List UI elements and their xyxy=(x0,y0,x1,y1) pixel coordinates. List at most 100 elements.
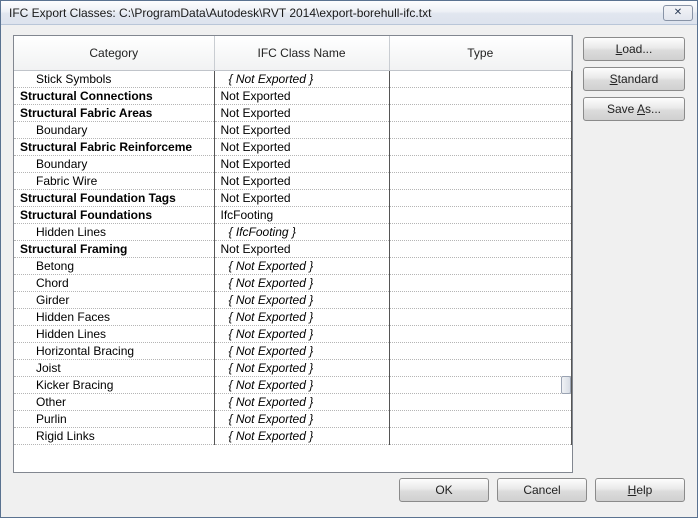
table-row[interactable]: Structural FoundationsIfcFooting xyxy=(14,206,572,223)
load-button[interactable]: Load... xyxy=(583,37,685,61)
table-row[interactable]: BoundaryNot Exported xyxy=(14,155,572,172)
category-cell[interactable]: Joist xyxy=(14,359,214,376)
ifc-class-cell[interactable]: Not Exported xyxy=(214,155,389,172)
ifc-class-cell[interactable]: Not Exported xyxy=(214,104,389,121)
ifc-class-cell[interactable]: { Not Exported } xyxy=(214,342,389,359)
type-cell[interactable] xyxy=(389,240,572,257)
type-cell[interactable] xyxy=(389,155,572,172)
table-row[interactable]: Horizontal Bracing{ Not Exported } xyxy=(14,342,572,359)
table-row[interactable]: Hidden Lines{ IfcFooting } xyxy=(14,223,572,240)
type-cell[interactable] xyxy=(389,87,572,104)
category-cell[interactable]: Hidden Faces xyxy=(14,308,214,325)
standard-button[interactable]: Standard xyxy=(583,67,685,91)
vertical-scrollbar[interactable] xyxy=(561,71,571,471)
table-row[interactable]: Structural ConnectionsNot Exported xyxy=(14,87,572,104)
type-cell[interactable] xyxy=(389,257,572,274)
type-cell[interactable] xyxy=(389,138,572,155)
ifc-class-cell[interactable]: { Not Exported } xyxy=(214,427,389,444)
category-cell[interactable]: Kicker Bracing xyxy=(14,376,214,393)
category-cell[interactable]: Fabric Wire xyxy=(14,172,214,189)
type-cell[interactable] xyxy=(389,223,572,240)
ifc-class-cell[interactable]: Not Exported xyxy=(214,138,389,155)
ifc-class-cell[interactable]: { Not Exported } xyxy=(214,393,389,410)
close-button[interactable]: ✕ xyxy=(663,5,693,21)
table-row[interactable]: Hidden Faces{ Not Exported } xyxy=(14,308,572,325)
category-cell[interactable]: Structural Fabric Reinforceme xyxy=(14,138,214,155)
type-cell[interactable] xyxy=(389,104,572,121)
category-cell[interactable]: Structural Connections xyxy=(14,87,214,104)
type-cell[interactable] xyxy=(389,121,572,138)
type-cell[interactable] xyxy=(389,206,572,223)
category-cell[interactable]: Boundary xyxy=(14,121,214,138)
ifc-class-cell[interactable]: { Not Exported } xyxy=(214,257,389,274)
table-row[interactable]: Fabric WireNot Exported xyxy=(14,172,572,189)
category-cell[interactable]: Purlin xyxy=(14,410,214,427)
ifc-class-cell[interactable]: { Not Exported } xyxy=(214,359,389,376)
ifc-class-cell[interactable]: Not Exported xyxy=(214,240,389,257)
ifc-class-cell[interactable]: { Not Exported } xyxy=(214,325,389,342)
scroll-area[interactable]: Category IFC Class Name Type Stick Symbo… xyxy=(14,36,572,472)
scroll-track[interactable] xyxy=(561,83,571,459)
category-cell[interactable]: Stick Symbols xyxy=(14,70,214,87)
category-cell[interactable]: Horizontal Bracing xyxy=(14,342,214,359)
scroll-thumb[interactable] xyxy=(561,376,571,394)
category-cell[interactable]: Structural Fabric Areas xyxy=(14,104,214,121)
save-as-button[interactable]: Save As... xyxy=(583,97,685,121)
table-row[interactable]: Other{ Not Exported } xyxy=(14,393,572,410)
ifc-class-cell[interactable]: Not Exported xyxy=(214,121,389,138)
type-cell[interactable] xyxy=(389,172,572,189)
ifc-class-cell[interactable]: Not Exported xyxy=(214,87,389,104)
type-cell[interactable] xyxy=(389,393,572,410)
cancel-button[interactable]: Cancel xyxy=(497,478,587,502)
help-button[interactable]: Help xyxy=(595,478,685,502)
ifc-class-cell[interactable]: { IfcFooting } xyxy=(214,223,389,240)
ifc-class-cell[interactable]: Not Exported xyxy=(214,189,389,206)
type-cell[interactable] xyxy=(389,342,572,359)
type-cell[interactable] xyxy=(389,189,572,206)
table-row[interactable]: Chord{ Not Exported } xyxy=(14,274,572,291)
header-ifc-class[interactable]: IFC Class Name xyxy=(214,36,389,70)
type-cell[interactable] xyxy=(389,291,572,308)
category-cell[interactable]: Hidden Lines xyxy=(14,223,214,240)
table-row[interactable]: Girder{ Not Exported } xyxy=(14,291,572,308)
ifc-class-cell[interactable]: { Not Exported } xyxy=(214,376,389,393)
category-cell[interactable]: Structural Foundation Tags xyxy=(14,189,214,206)
type-cell[interactable] xyxy=(389,274,572,291)
table-row[interactable]: Structural Fabric ReinforcemeNot Exporte… xyxy=(14,138,572,155)
type-cell[interactable] xyxy=(389,308,572,325)
category-cell[interactable]: Boundary xyxy=(14,155,214,172)
ifc-class-cell[interactable]: { Not Exported } xyxy=(214,308,389,325)
table-row[interactable]: Joist{ Not Exported } xyxy=(14,359,572,376)
type-cell[interactable] xyxy=(389,359,572,376)
ifc-class-cell[interactable]: { Not Exported } xyxy=(214,70,389,87)
type-cell[interactable] xyxy=(389,70,572,87)
type-cell[interactable] xyxy=(389,376,572,393)
table-row[interactable]: Structural Fabric AreasNot Exported xyxy=(14,104,572,121)
table-row[interactable]: Structural Foundation TagsNot Exported xyxy=(14,189,572,206)
table-row[interactable]: Kicker Bracing{ Not Exported } xyxy=(14,376,572,393)
category-cell[interactable]: Girder xyxy=(14,291,214,308)
type-cell[interactable] xyxy=(389,325,572,342)
table-row[interactable]: Structural FramingNot Exported xyxy=(14,240,572,257)
category-cell[interactable]: Betong xyxy=(14,257,214,274)
ifc-class-cell[interactable]: { Not Exported } xyxy=(214,410,389,427)
ifc-class-cell[interactable]: IfcFooting xyxy=(214,206,389,223)
table-row[interactable]: Purlin{ Not Exported } xyxy=(14,410,572,427)
table-row[interactable]: Hidden Lines{ Not Exported } xyxy=(14,325,572,342)
category-cell[interactable]: Structural Foundations xyxy=(14,206,214,223)
header-category[interactable]: Category xyxy=(14,36,214,70)
table-row[interactable]: BoundaryNot Exported xyxy=(14,121,572,138)
type-cell[interactable] xyxy=(389,410,572,427)
category-cell[interactable]: Hidden Lines xyxy=(14,325,214,342)
table-row[interactable]: Rigid Links{ Not Exported } xyxy=(14,427,572,444)
category-cell[interactable]: Chord xyxy=(14,274,214,291)
ifc-class-cell[interactable]: { Not Exported } xyxy=(214,274,389,291)
table-row[interactable]: Stick Symbols{ Not Exported } xyxy=(14,70,572,87)
ifc-class-cell[interactable]: Not Exported xyxy=(214,172,389,189)
category-cell[interactable]: Structural Framing xyxy=(14,240,214,257)
ifc-class-cell[interactable]: { Not Exported } xyxy=(214,291,389,308)
ok-button[interactable]: OK xyxy=(399,478,489,502)
category-cell[interactable]: Rigid Links xyxy=(14,427,214,444)
header-type[interactable]: Type xyxy=(389,36,572,70)
category-cell[interactable]: Other xyxy=(14,393,214,410)
